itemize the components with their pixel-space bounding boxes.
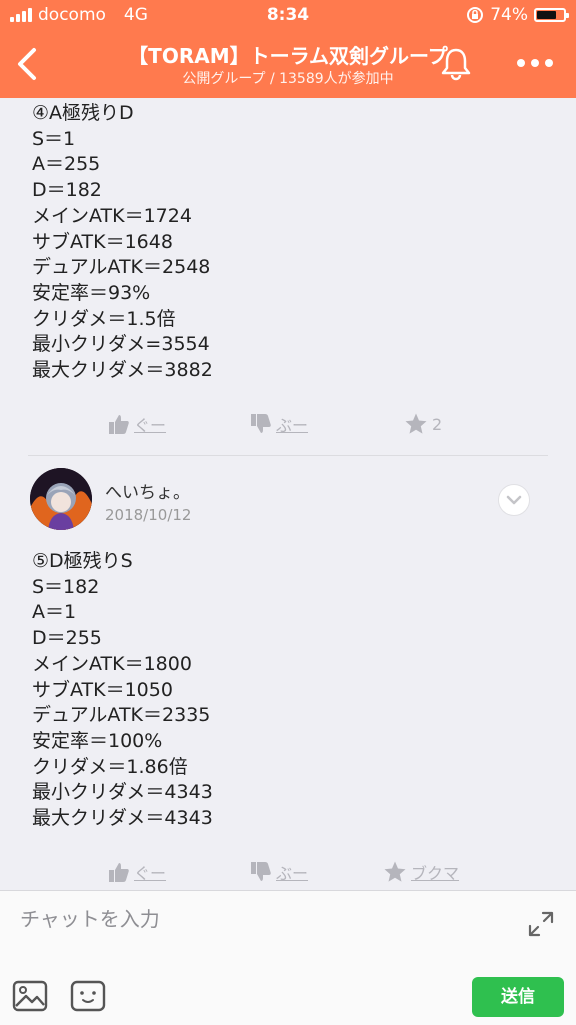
post-line: S＝1 [32,127,76,150]
thumbs-down-icon [251,862,271,881]
orientation-lock-icon [467,7,484,23]
dislike-button[interactable]: ぶー [250,412,308,436]
battery-icon [534,8,569,22]
star-icon [405,413,427,434]
bookmark-label: ブクマ [411,864,460,883]
post-line: メインATK＝1800 [32,652,192,675]
post-divider [28,455,548,456]
post-2-text: ⑤D極残りS S＝182 A＝1 D＝255 メインATK＝1800 サブATK… [32,549,213,832]
avatar[interactable] [30,468,92,530]
like-button[interactable]: ぐー [108,860,166,884]
status-right: 74% [466,5,569,25]
post-line: クリダメ＝1.86倍 [32,755,188,778]
star-button[interactable]: 2 [404,412,442,436]
thumbs-down-icon [251,414,271,433]
post-1-text: ④A極残りD S＝1 A＝255 D＝182 メインATK＝1724 サブATK… [32,101,213,384]
post-line: 最大クリダメ＝4343 [32,807,213,830]
post-line: D＝182 [32,179,102,202]
post-line: サブATK＝1648 [32,230,173,253]
post-1-reactions: ぐー ぶー 2 [0,412,576,442]
post-line: D＝255 [32,627,102,650]
post-line: 最大クリダメ＝3882 [32,359,213,382]
like-label: ぐー [134,416,167,435]
send-button[interactable]: 送信 [472,977,564,1017]
chevron-down-icon [506,495,522,505]
post-line: S＝182 [32,575,100,598]
post-line: デュアルATK＝2335 [32,704,211,727]
expand-icon[interactable] [526,909,556,939]
post-line: A＝255 [32,153,101,176]
battery-percent: 74% [490,5,528,25]
like-label: ぐー [134,864,167,883]
post-menu-button[interactable] [498,484,530,516]
post-line: 安定率＝93% [32,281,151,304]
thumbs-up-icon [109,415,129,434]
chat-content[interactable]: ④A極残りD S＝1 A＝255 D＝182 メインATK＝1724 サブATK… [0,98,576,890]
star-count: 2 [432,414,443,434]
chat-input[interactable]: チャットを入力 [20,903,160,932]
post-line: メインATK＝1724 [32,204,192,227]
star-icon [384,861,406,882]
dislike-label: ぶー [276,416,309,435]
dislike-label: ぶー [276,864,309,883]
sticker-icon[interactable] [70,979,106,1013]
post-date: 2018/10/12 [105,506,192,524]
dislike-button[interactable]: ぶー [250,860,308,884]
bell-icon[interactable] [436,44,476,84]
author-name[interactable]: へいちょ。 [105,478,190,503]
post-line: A＝1 [32,601,77,624]
chat-composer: チャットを入力 送信 [0,890,576,1025]
post-line: クリダメ＝1.5倍 [32,307,176,330]
post-line: 最小クリダメ＝4343 [32,781,213,804]
status-bar: docomo 4G 8:34 74% [0,0,576,32]
group-header: 【TORAM】トーラム双剣グループ 公開グループ / 13589人が参加中 [0,32,576,98]
post-line: サブATK＝1050 [32,678,173,701]
post-line: ④A極残りD [32,102,134,124]
post-line: ⑤D極残りS [32,550,133,572]
post-2-reactions: ぐー ぶー ブクマ [0,860,576,890]
bookmark-button[interactable]: ブクマ [383,860,459,884]
image-icon[interactable] [12,979,48,1013]
more-options-icon[interactable] [510,48,560,78]
post-line: 安定率＝100% [32,729,163,752]
post-line: デュアルATK＝2548 [32,256,211,279]
post-line: 最小クリダメ=3554 [32,333,210,356]
back-arrow-icon[interactable] [10,42,50,86]
thumbs-up-icon [109,863,129,882]
like-button[interactable]: ぐー [108,412,166,436]
